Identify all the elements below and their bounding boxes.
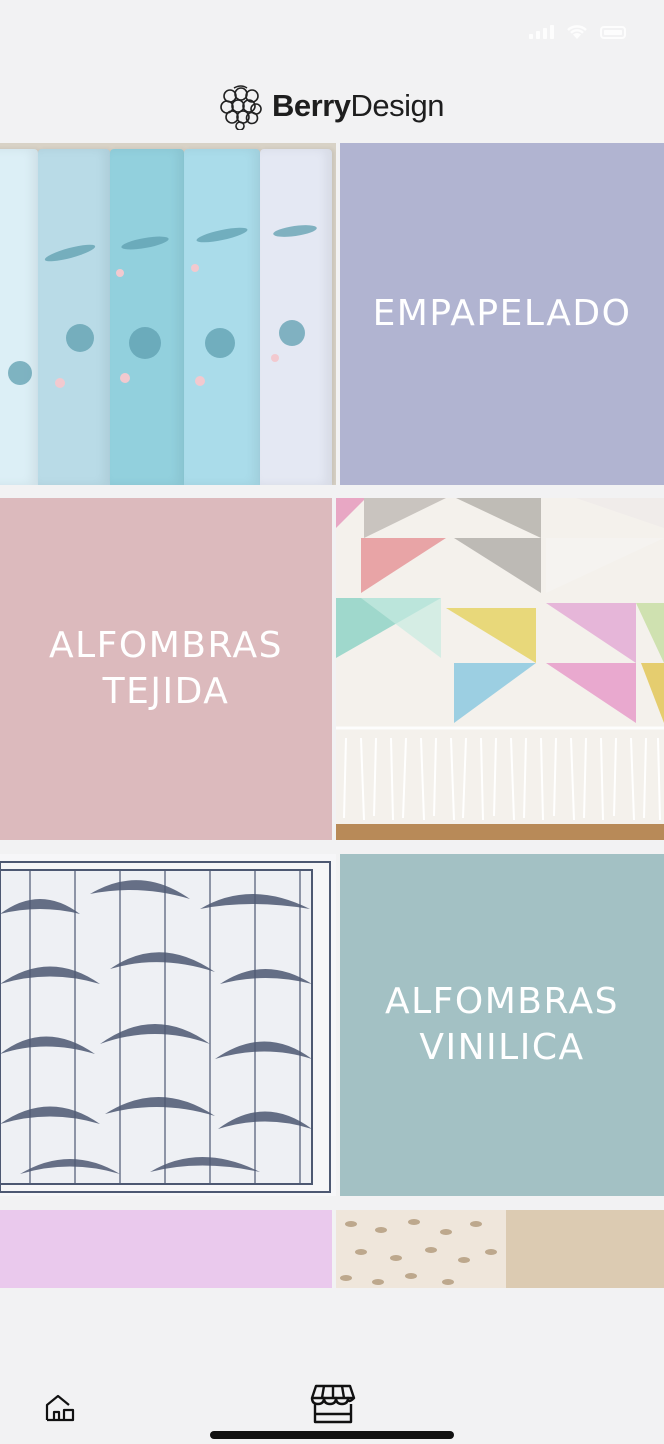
signal-icon	[529, 25, 554, 39]
category-label: ALFOMBRAS TEJIDA	[48, 625, 284, 712]
geometric-rug-pattern	[336, 498, 664, 840]
home-indicator	[210, 1431, 454, 1439]
app-header: BerryDesign	[0, 70, 664, 142]
woven-rug-image[interactable]	[336, 498, 664, 840]
category-tile-pink[interactable]	[0, 1210, 332, 1288]
palm-leaf-pattern	[0, 861, 331, 1193]
floral-pattern	[8, 225, 317, 388]
category-label: ALFOMBRAS VINILICA	[384, 981, 620, 1068]
status-icons	[529, 24, 626, 40]
wifi-icon	[567, 25, 587, 39]
brand-name-part1: Berry	[272, 88, 351, 123]
battery-icon	[600, 25, 626, 39]
status-bar	[0, 0, 664, 70]
category-empapelado[interactable]: EMPAPELADO	[340, 143, 664, 485]
textured-rug-image[interactable]	[336, 1210, 664, 1288]
brand-name-part2: Design	[350, 88, 445, 123]
wallpaper-rolls-image[interactable]	[0, 143, 336, 485]
category-alfombras-tejida[interactable]: ALFOMBRAS TEJIDA	[0, 498, 332, 840]
vinyl-rug-image[interactable]	[0, 854, 336, 1196]
category-alfombras-vinilica[interactable]: ALFOMBRAS VINILICA	[340, 854, 664, 1196]
berry-logo-icon	[220, 85, 262, 130]
store-icon[interactable]	[310, 1384, 356, 1424]
dotted-rug-pattern	[340, 1210, 664, 1288]
brand-name: BerryDesign	[272, 88, 444, 124]
category-label: EMPAPELADO	[372, 293, 632, 334]
home-icon[interactable]	[44, 1392, 76, 1422]
